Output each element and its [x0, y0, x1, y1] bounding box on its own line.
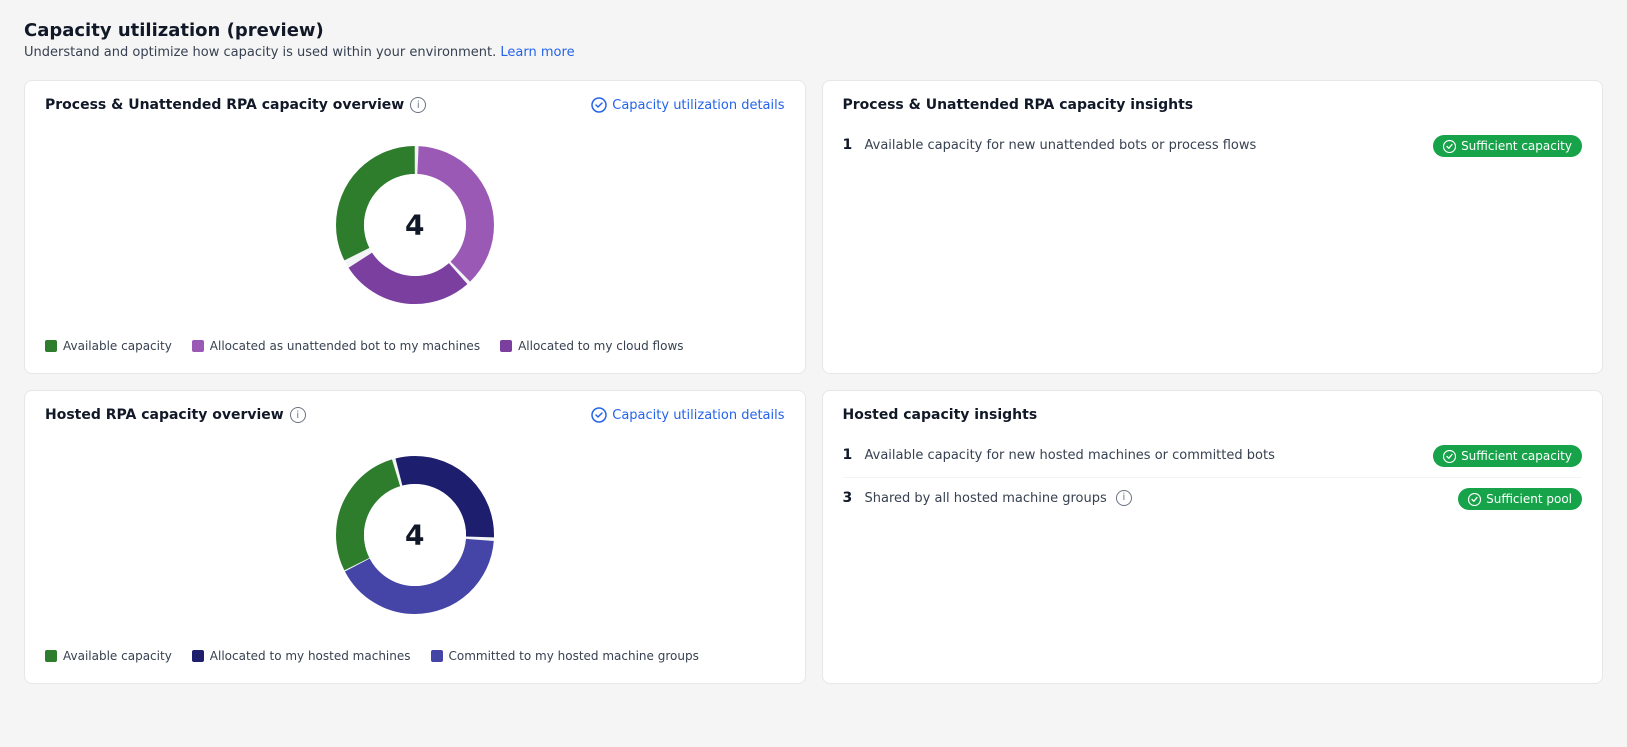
hosted-badge-check-icon-2 — [1468, 493, 1481, 506]
hosted-insights-header: Hosted capacity insights — [843, 407, 1583, 423]
legend-item-cloud: Allocated to my cloud flows — [500, 339, 683, 353]
process-overview-card: Process & Unattended RPA capacity overvi… — [24, 80, 806, 374]
process-sufficient-capacity-badge: Sufficient capacity — [1433, 135, 1582, 157]
process-title-group: Process & Unattended RPA capacity overvi… — [45, 97, 426, 113]
process-insight-number-1: 1 — [843, 137, 857, 153]
hosted-legend-item-machines: Allocated to my hosted machines — [192, 649, 411, 663]
hosted-donut-container: 4 — [45, 435, 785, 641]
hosted-insight-number-1: 1 — [843, 447, 857, 463]
hosted-capacity-details-link[interactable]: Capacity utilization details — [591, 407, 784, 423]
page-title: Capacity utilization (preview) — [24, 20, 1603, 41]
process-donut-wrapper: 4 — [325, 135, 505, 315]
hosted-overview-header: Hosted RPA capacity overview i Capacity … — [45, 407, 785, 423]
hosted-donut-center: 4 — [405, 519, 424, 552]
hosted-insight-text-1: Available capacity for new hosted machin… — [865, 447, 1275, 465]
hosted-insight-row-2: 3 Shared by all hosted machine groups i … — [843, 478, 1583, 520]
process-insight-left-1: 1 Available capacity for new unattended … — [843, 137, 1422, 155]
hosted-legend-item-available: Available capacity — [45, 649, 172, 663]
process-donut-center: 4 — [405, 209, 424, 242]
hosted-overview-card: Hosted RPA capacity overview i Capacity … — [24, 390, 806, 684]
hosted-legend-dot-available — [45, 650, 57, 662]
hosted-insight-left-1: 1 Available capacity for new hosted mach… — [843, 447, 1422, 465]
learn-more-link[interactable]: Learn more — [500, 45, 574, 60]
hosted-insight-info-icon[interactable]: i — [1116, 490, 1132, 506]
hosted-legend-item-groups: Committed to my hosted machine groups — [431, 649, 699, 663]
process-overview-info-icon[interactable]: i — [410, 97, 426, 113]
process-insight-text-1: Available capacity for new unattended bo… — [865, 137, 1257, 155]
process-insight-row-1: 1 Available capacity for new unattended … — [843, 125, 1583, 167]
hosted-overview-info-icon[interactable]: i — [290, 407, 306, 423]
hosted-legend: Available capacity Allocated to my hoste… — [45, 649, 785, 663]
legend-dot-cloud — [500, 340, 512, 352]
process-insights-card: Process & Unattended RPA capacity insigh… — [822, 80, 1604, 374]
hosted-legend-dot-groups — [431, 650, 443, 662]
hosted-insight-left-2: 3 Shared by all hosted machine groups i — [843, 490, 1447, 508]
hosted-check-circle-icon — [591, 407, 607, 423]
legend-dot-available — [45, 340, 57, 352]
page-subtitle: Understand and optimize how capacity is … — [24, 45, 1603, 60]
hosted-donut-wrapper: 4 — [325, 445, 505, 625]
legend-item-available: Available capacity — [45, 339, 172, 353]
hosted-overview-title: Hosted RPA capacity overview — [45, 407, 284, 423]
page-header: Capacity utilization (preview) Understan… — [24, 20, 1603, 60]
dashboard-grid: Process & Unattended RPA capacity overvi… — [24, 80, 1603, 684]
hosted-legend-dot-machines — [192, 650, 204, 662]
hosted-insight-text-2: Shared by all hosted machine groups i — [865, 490, 1132, 508]
process-legend: Available capacity Allocated as unattend… — [45, 339, 785, 353]
check-circle-icon — [591, 97, 607, 113]
hosted-insights-card: Hosted capacity insights 1 Available cap… — [822, 390, 1604, 684]
process-donut-container: 4 — [45, 125, 785, 331]
process-overview-title: Process & Unattended RPA capacity overvi… — [45, 97, 404, 113]
legend-dot-unattended — [192, 340, 204, 352]
hosted-title-group: Hosted RPA capacity overview i — [45, 407, 306, 423]
hosted-sufficient-capacity-badge: Sufficient capacity — [1433, 445, 1582, 467]
hosted-insight-number-2: 3 — [843, 490, 857, 506]
process-overview-header: Process & Unattended RPA capacity overvi… — [45, 97, 785, 113]
legend-item-unattended: Allocated as unattended bot to my machin… — [192, 339, 480, 353]
hosted-insights-title: Hosted capacity insights — [843, 407, 1038, 423]
process-capacity-details-link[interactable]: Capacity utilization details — [591, 97, 784, 113]
process-insights-header: Process & Unattended RPA capacity insigh… — [843, 97, 1583, 113]
badge-check-icon — [1443, 140, 1456, 153]
hosted-sufficient-pool-badge: Sufficient pool — [1458, 488, 1582, 510]
hosted-badge-check-icon-1 — [1443, 450, 1456, 463]
process-insights-title: Process & Unattended RPA capacity insigh… — [843, 97, 1194, 113]
hosted-insight-row-1: 1 Available capacity for new hosted mach… — [843, 435, 1583, 478]
